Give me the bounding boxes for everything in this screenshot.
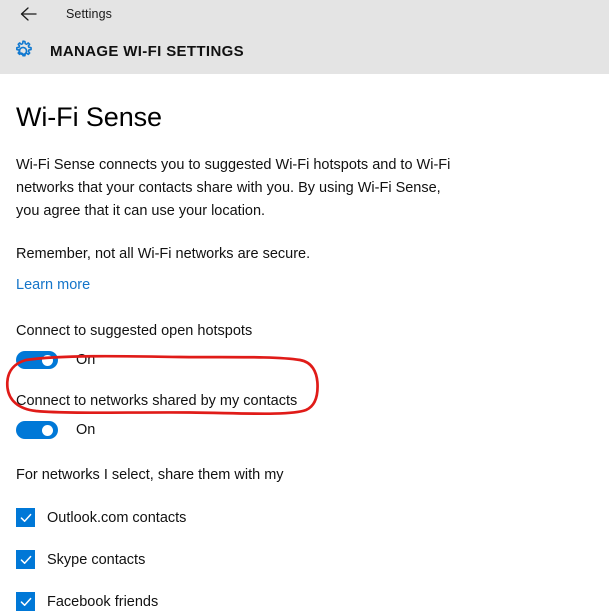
checkbox-facebook-friends[interactable] xyxy=(16,592,35,611)
toggle-shared-networks[interactable] xyxy=(16,421,58,439)
titlebar-label: Settings xyxy=(66,7,112,21)
toggle-row-open-hotspots: On xyxy=(16,351,593,369)
setting-label-shared-networks: Connect to networks shared by my contact… xyxy=(16,393,298,409)
toggle-knob xyxy=(42,424,53,436)
page-header-title: MANAGE WI-FI SETTINGS xyxy=(50,42,245,60)
list-item[interactable]: Skype contacts xyxy=(16,550,593,569)
toggle-state-shared-networks: On xyxy=(76,422,96,438)
checkbox-label-facebook-friends: Facebook friends xyxy=(47,593,159,610)
learn-more-link[interactable]: Learn more xyxy=(16,275,90,295)
checkbox-label-outlook-contacts: Outlook.com contacts xyxy=(47,509,187,526)
toggle-state-open-hotspots: On xyxy=(76,352,96,368)
list-item[interactable]: Facebook friends xyxy=(16,592,593,611)
toggle-knob xyxy=(42,354,53,366)
page-description: Wi-Fi Sense connects you to suggested Wi… xyxy=(16,157,451,219)
security-note: Remember, not all Wi-Fi networks are sec… xyxy=(16,246,311,262)
toggle-row-shared-networks: On xyxy=(16,421,593,439)
back-arrow-icon[interactable] xyxy=(16,1,42,27)
settings-content: Wi-Fi Sense Wi-Fi Sense connects you to … xyxy=(0,102,609,611)
gear-icon xyxy=(8,36,38,66)
toggle-open-hotspots[interactable] xyxy=(16,351,58,369)
setting-label-open-hotspots: Connect to suggested open hotspots xyxy=(16,323,253,339)
list-item[interactable]: Outlook.com contacts xyxy=(16,508,593,527)
setting-open-hotspots: Connect to suggested open hotspots On xyxy=(16,321,593,369)
page-title: Wi-Fi Sense xyxy=(16,102,162,132)
setting-shared-networks: Connect to networks shared by my contact… xyxy=(16,391,593,439)
checkbox-label-skype-contacts: Skype contacts xyxy=(47,551,146,568)
checkbox-skype-contacts[interactable] xyxy=(16,550,35,569)
sharing-intro: For networks I select, share them with m… xyxy=(16,467,284,483)
checkbox-outlook-contacts[interactable] xyxy=(16,508,35,527)
page-header: MANAGE WI-FI SETTINGS xyxy=(0,28,609,74)
window-titlebar: Settings xyxy=(0,0,609,28)
